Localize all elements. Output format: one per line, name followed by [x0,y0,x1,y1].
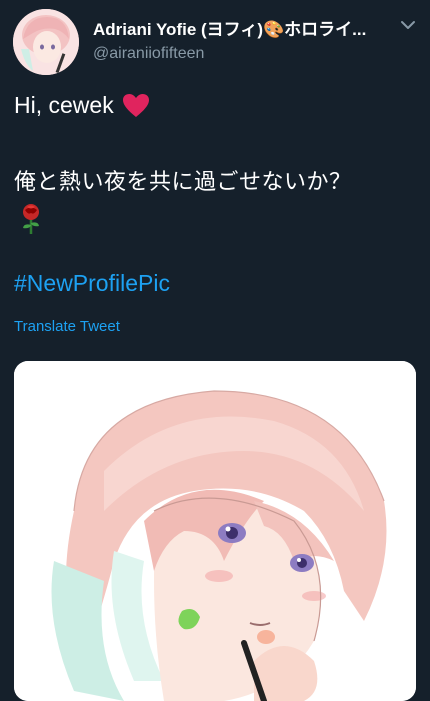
tweet-header: Adriani Yofie (ヨフィ)🎨ホロライ... @airaniiofif… [0,0,430,80]
heart-icon [122,93,149,117]
avatar[interactable] [13,9,79,75]
tweet-media-image[interactable] [14,361,416,701]
translate-tweet-link[interactable]: Translate Tweet [14,318,120,335]
greeting-text: Hi, cewek [14,92,114,118]
user-handle[interactable]: @airaniiofifteen [93,45,204,63]
rose-icon [23,204,39,234]
tweet-text-line2: 俺と熱い夜を共に過ごせないか？ [14,170,352,195]
hashtag-link[interactable]: #NewProfilePic [14,270,170,297]
tweet-text-line1: Hi, cewek [14,92,150,119]
display-name[interactable]: Adriani Yofie (ヨフィ)🎨ホロライ... [93,15,366,40]
chevron-down-icon[interactable] [399,16,417,34]
